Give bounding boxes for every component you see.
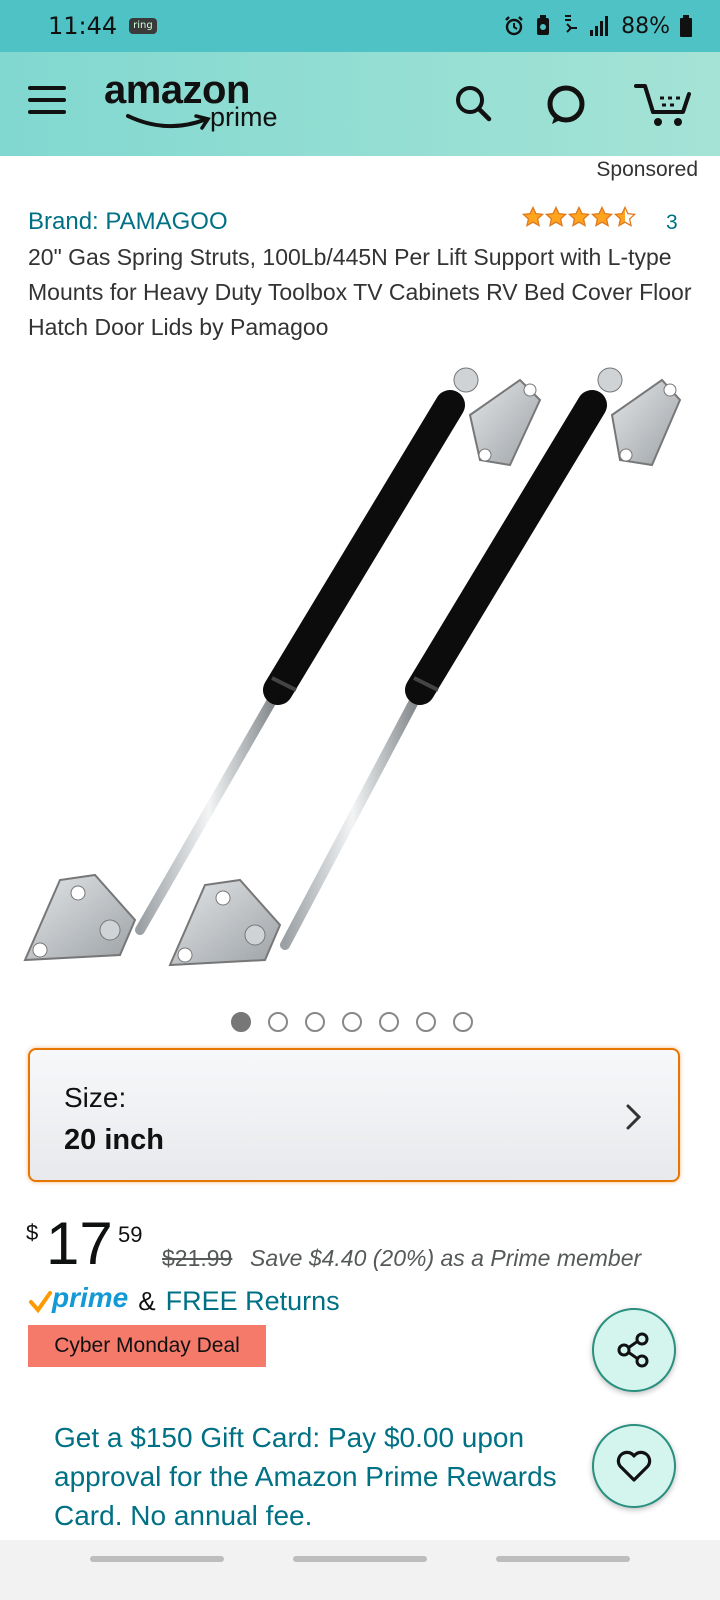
logo-smile-icon xyxy=(126,114,211,130)
price-fraction: 59 xyxy=(118,1222,143,1247)
share-icon xyxy=(617,1332,649,1368)
prime-check-icon xyxy=(29,1290,52,1313)
brand-link[interactable]: Brand: PAMAGOO xyxy=(28,208,228,236)
image-carousel-dots[interactable] xyxy=(231,1012,473,1032)
ring-notification-icon: ring xyxy=(129,18,157,34)
price-symbol: $ xyxy=(26,1220,39,1245)
status-icons: 88% xyxy=(503,14,692,39)
star-icon xyxy=(545,206,567,227)
amazon-prime-logo[interactable]: amazon prime xyxy=(104,68,304,138)
gas-strut-left xyxy=(23,367,542,962)
star-icon xyxy=(614,206,636,227)
menu-icon[interactable] xyxy=(28,86,66,118)
size-label: Size: xyxy=(64,1082,127,1113)
savings-text: Save $4.40 (20%) as a Prime member xyxy=(250,1245,642,1271)
deal-badge: Cyber Monday Deal xyxy=(28,1325,266,1367)
cart-icon[interactable] xyxy=(634,78,696,130)
battery-percent: 88% xyxy=(621,13,670,39)
carousel-dot[interactable] xyxy=(305,1012,325,1032)
nav-home[interactable] xyxy=(293,1556,427,1562)
size-value: 20 inch xyxy=(64,1124,164,1156)
share-button[interactable] xyxy=(592,1308,676,1392)
nav-recent-apps[interactable] xyxy=(90,1556,224,1562)
carousel-dot[interactable] xyxy=(379,1012,399,1032)
carousel-dot[interactable] xyxy=(268,1012,288,1032)
product-image[interactable] xyxy=(20,360,700,990)
prime-logo-text: prime xyxy=(52,1281,129,1313)
product-title[interactable]: 20" Gas Spring Struts, 100Lb/445N Per Li… xyxy=(28,240,698,345)
carousel-dot[interactable] xyxy=(342,1012,362,1032)
free-returns-link[interactable]: FREE Returns xyxy=(166,1286,340,1317)
search-icon[interactable] xyxy=(448,78,500,130)
status-bar: 11:44 ring 88% xyxy=(0,0,720,52)
wifi-calling-icon xyxy=(565,15,578,33)
system-nav-bar xyxy=(0,1540,720,1600)
ampersand: & xyxy=(138,1286,156,1316)
gift-card-offer-link[interactable]: Get a $150 Gift Card: Pay $0.00 upon app… xyxy=(54,1418,614,1535)
carousel-dot[interactable] xyxy=(453,1012,473,1032)
status-time: 11:44 xyxy=(48,12,118,40)
signal-icon xyxy=(590,16,609,36)
price-whole: 17 xyxy=(46,1210,113,1277)
battery-icon xyxy=(680,15,692,37)
logo-prime-text: prime xyxy=(210,102,278,132)
star-icon xyxy=(522,206,544,227)
heart-icon xyxy=(616,1450,652,1482)
size-selector[interactable]: Size: 20 inch xyxy=(28,1048,680,1182)
app-header: amazon prime xyxy=(0,52,720,156)
carousel-dot[interactable] xyxy=(231,1012,251,1032)
star-icon xyxy=(568,206,590,227)
prime-shipping-row: prime & FREE Returns xyxy=(28,1282,340,1317)
rating-count[interactable]: 3 xyxy=(666,211,678,235)
list-price: $21.99 xyxy=(162,1245,233,1271)
battery-saver-icon xyxy=(537,15,550,35)
alarm-icon xyxy=(505,16,523,36)
wishlist-button[interactable] xyxy=(592,1424,676,1508)
rating-stars[interactable] xyxy=(522,206,636,228)
nav-back[interactable] xyxy=(496,1556,630,1562)
chevron-right-icon xyxy=(626,1104,642,1130)
star-icon xyxy=(591,206,613,227)
carousel-dot[interactable] xyxy=(416,1012,436,1032)
sponsored-label: Sponsored xyxy=(596,158,698,181)
alexa-icon[interactable] xyxy=(540,78,592,130)
